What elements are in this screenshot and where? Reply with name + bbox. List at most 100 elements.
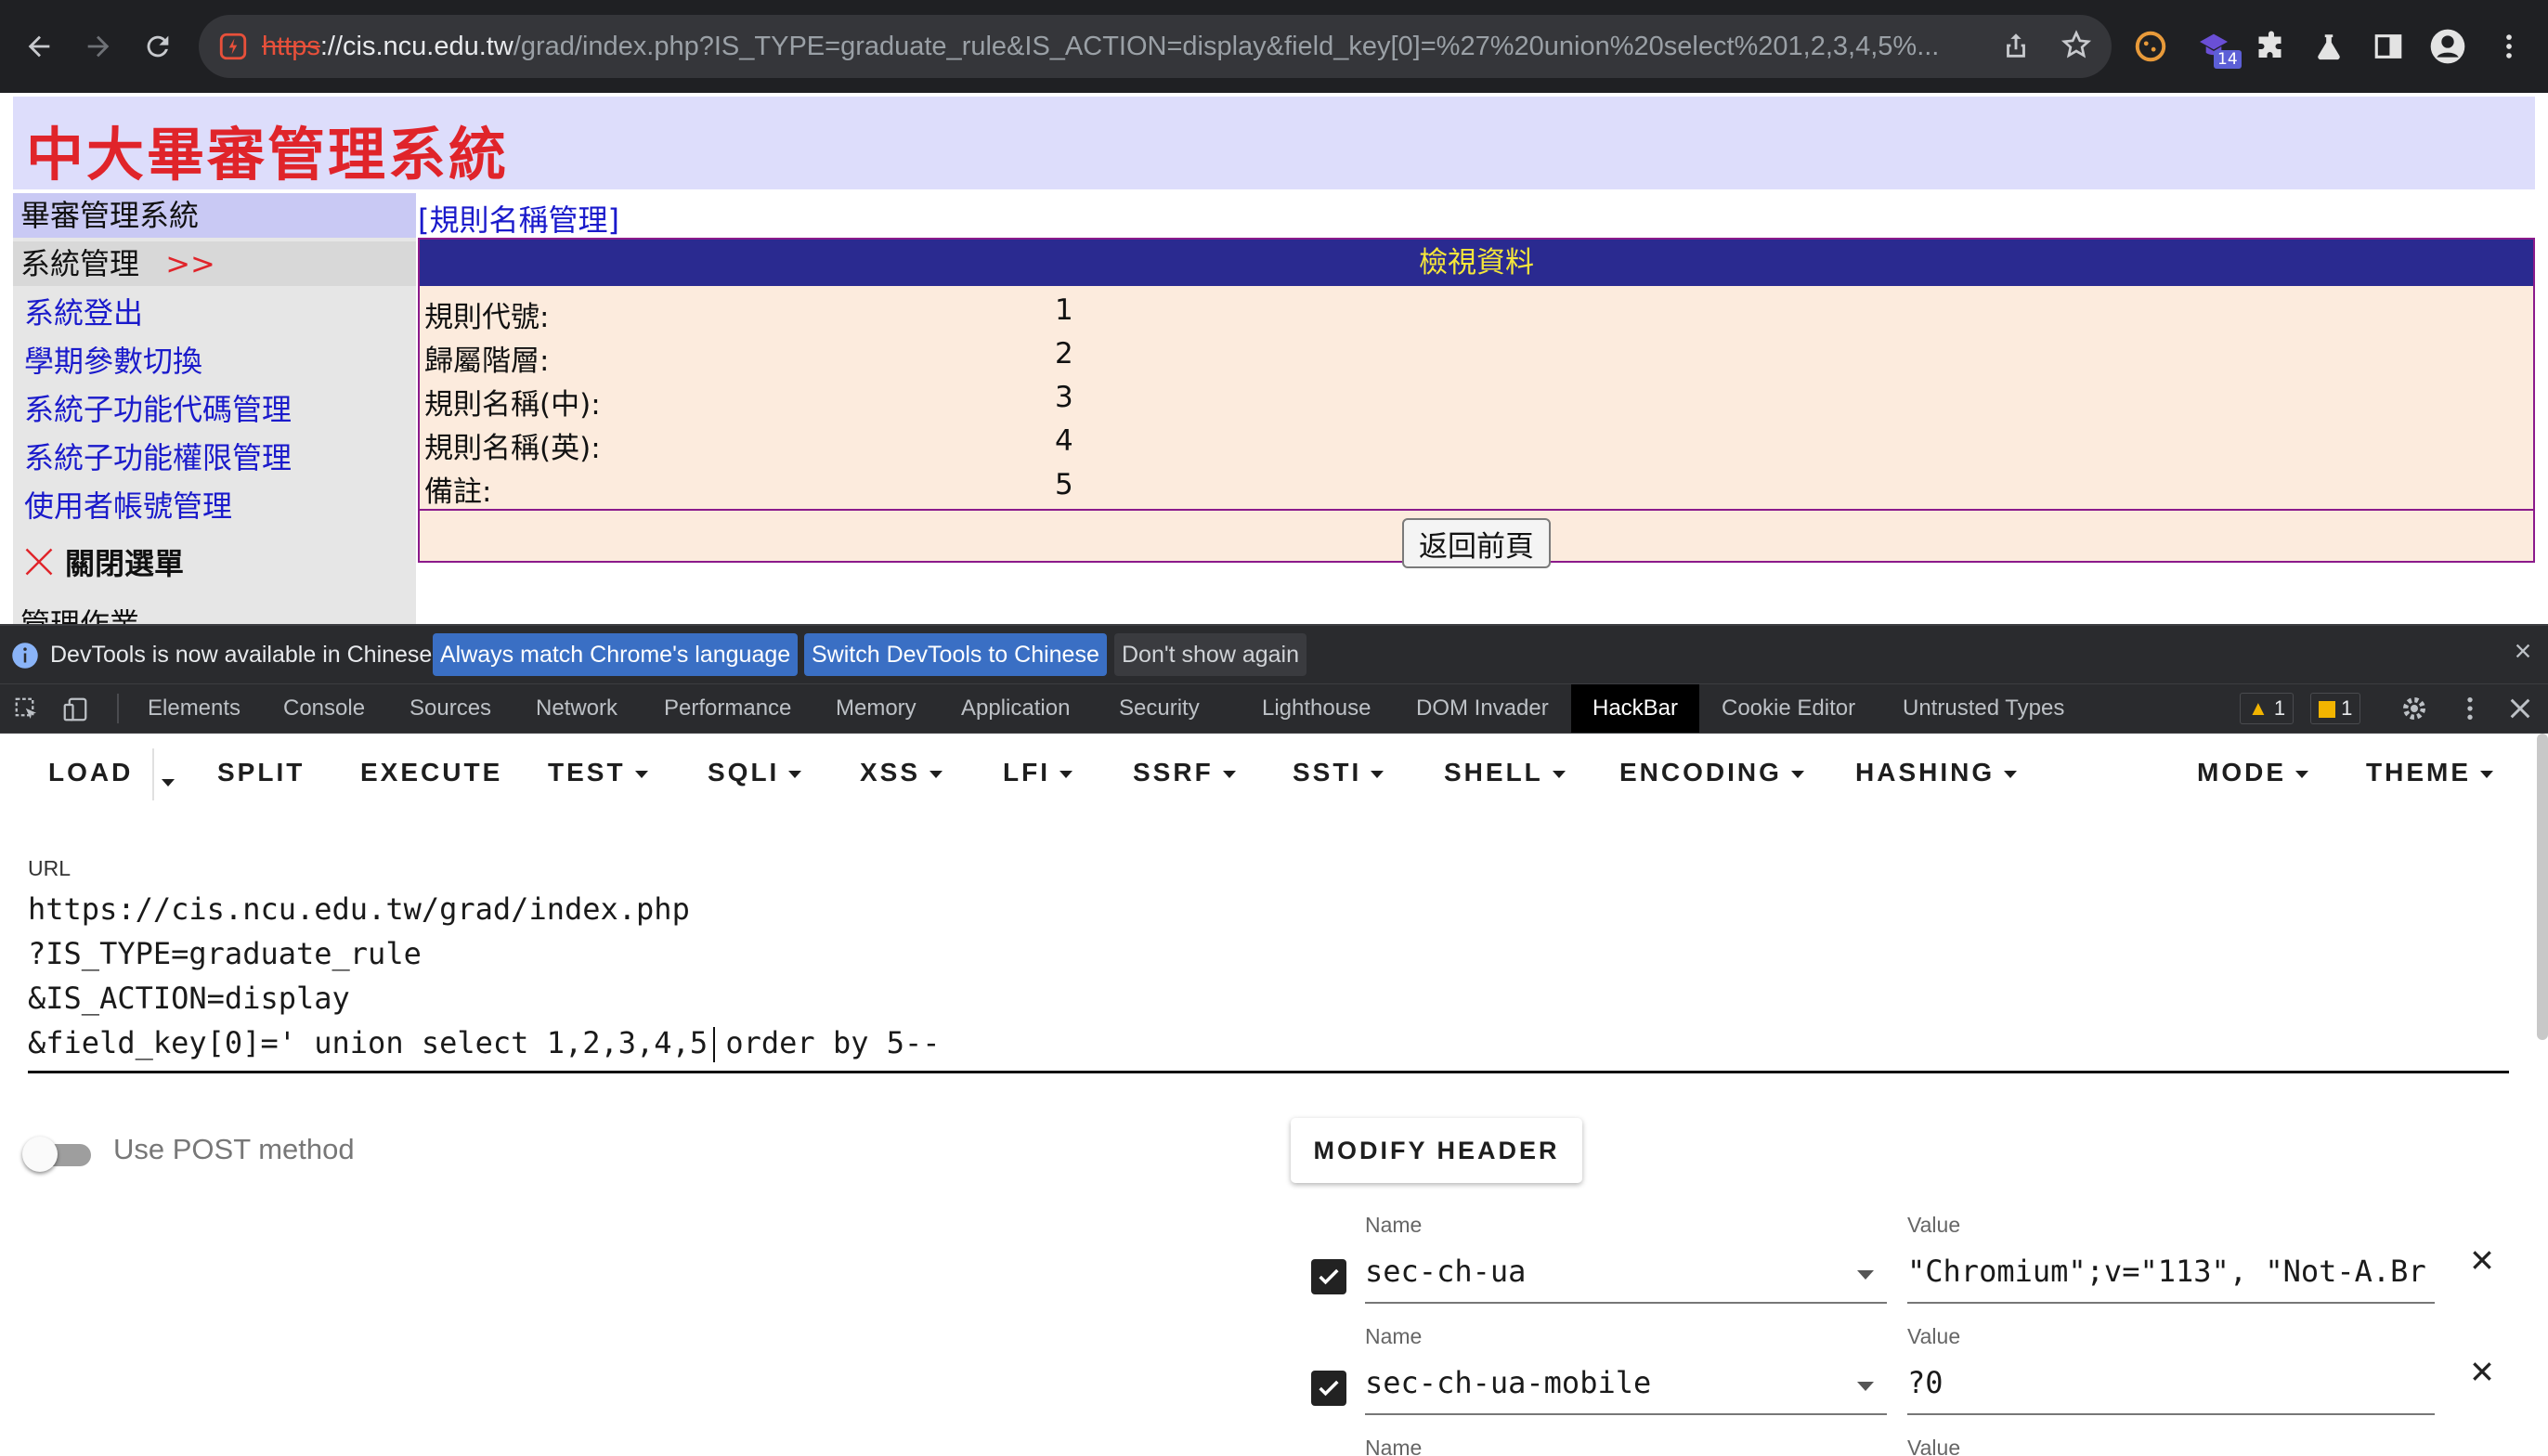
header-value-input[interactable]: ?0 [1907, 1365, 2435, 1400]
sidebar-link-function-permissions[interactable]: 系統子功能權限管理 [24, 436, 292, 479]
remove-header-icon[interactable] [2470, 1350, 2494, 1393]
url-line-4: &field_key[0]=' union select 1,2,3,4,5 o… [28, 1025, 941, 1060]
shell-menu-button[interactable]: SHELL [1444, 758, 1566, 787]
header-name-dropdown-caret[interactable] [1857, 1382, 1874, 1391]
tab-application[interactable]: Application [948, 684, 1083, 733]
forward-arrow-icon[interactable] [72, 20, 124, 72]
hashing-menu-button[interactable]: HASHING [1855, 758, 2018, 787]
devtools-language-infobar: DevTools is now available in Chinese! Al… [0, 624, 2548, 683]
row-value-name-en: 4 [1055, 424, 1073, 458]
header-enabled-checkbox[interactable] [1311, 1259, 1346, 1294]
side-panel-icon[interactable] [2364, 22, 2412, 71]
xss-menu-label: XSS [860, 758, 921, 786]
sidebar-link-user-accounts[interactable]: 使用者帳號管理 [24, 485, 232, 527]
test-menu-button[interactable]: TEST [548, 758, 648, 787]
record-detail-table: 檢視資料 規則代號: 1 歸屬階層: 2 規則名稱(中): 3 規則名稱(英):… [418, 238, 2535, 568]
back-button[interactable]: 返回前頁 [1402, 518, 1551, 568]
theme-menu-button[interactable]: THEME [2366, 758, 2493, 787]
ssrf-menu-button[interactable]: SSRF [1133, 758, 1236, 787]
bookmark-star-icon[interactable] [2060, 29, 2093, 66]
tab-performance[interactable]: Performance [651, 684, 804, 733]
load-button[interactable]: LOAD [48, 758, 133, 787]
remove-header-icon[interactable] [2470, 1239, 2494, 1281]
shell-menu-label: SHELL [1444, 758, 1543, 786]
theme-menu-label: THEME [2366, 758, 2471, 786]
sidebar-link-semester[interactable]: 學期參數切換 [24, 340, 202, 383]
lfi-menu-button[interactable]: LFI [1003, 758, 1072, 787]
mode-menu-button[interactable]: MODE [2197, 758, 2308, 787]
dont-show-again-button[interactable]: Don't show again [1114, 633, 1307, 676]
header-name-input[interactable]: sec-ch-ua-mobile [1365, 1365, 1829, 1400]
hackbar-scrollbar[interactable] [2537, 734, 2548, 1040]
tab-lighthouse[interactable]: Lighthouse [1249, 684, 1384, 733]
tab-dom-invader[interactable]: DOM Invader [1403, 684, 1562, 733]
devtools-tab-strip: Elements Console Sources Network Perform… [0, 683, 2548, 734]
tab-memory[interactable]: Memory [823, 684, 930, 733]
header-enabled-checkbox[interactable] [1311, 1371, 1346, 1406]
cookie-extension-icon[interactable] [2126, 22, 2175, 71]
sidebar-link-logout[interactable]: 系統登出 [24, 292, 143, 334]
url-textarea[interactable]: https://cis.ncu.edu.tw/grad/index.php ?I… [28, 891, 2509, 1073]
tab-untrusted-types[interactable]: Untrusted Types [1890, 684, 2077, 733]
content-title: [規則名稱管理] [418, 202, 619, 238]
close-menu-item[interactable]: 關閉選單 [22, 540, 184, 586]
always-match-language-button[interactable]: Always match Chrome's language [433, 633, 799, 676]
tab-network[interactable]: Network [523, 684, 630, 733]
encoding-menu-label: ENCODING [1619, 758, 1782, 786]
tab-elements[interactable]: Elements [135, 684, 254, 733]
reload-icon[interactable] [132, 20, 184, 72]
inspect-element-icon[interactable] [13, 696, 41, 727]
warning-count: 1 [2273, 696, 2286, 720]
test-menu-label: TEST [548, 758, 626, 786]
encoding-menu-button[interactable]: ENCODING [1619, 758, 1804, 787]
sidebar-section-system[interactable]: 系統管理 >> [13, 241, 416, 286]
chrome-menu-icon[interactable] [2485, 22, 2533, 71]
not-secure-warning-icon[interactable] [217, 31, 249, 66]
close-x-icon [22, 545, 56, 586]
ssti-menu-button[interactable]: SSTI [1293, 758, 1384, 787]
issues-counter[interactable]: 1 [2310, 693, 2361, 724]
extensions-puzzle-icon[interactable] [2247, 22, 2295, 71]
header-name-underline [1365, 1413, 1887, 1415]
switch-to-chinese-button[interactable]: Switch DevTools to Chinese [804, 633, 1107, 676]
header-value-input[interactable]: "Chromium";v="113", "Not-A.Br [1907, 1254, 2435, 1289]
tab-sources[interactable]: Sources [396, 684, 504, 733]
hackbar-extension-icon[interactable]: 14 [2190, 22, 2242, 71]
address-url[interactable]: https://cis.ncu.edu.tw/grad/index.php?IS… [262, 15, 2026, 78]
row-label-name-en: 規則名稱(英): [424, 432, 601, 465]
address-bar[interactable]: https://cis.ncu.edu.tw/grad/index.php?IS… [199, 15, 2112, 78]
warnings-counter[interactable]: ▲ 1 [2240, 693, 2294, 724]
tab-cookie-editor[interactable]: Cookie Editor [1709, 684, 1868, 733]
section-expand-arrow: >> [165, 246, 215, 281]
sqli-menu-button[interactable]: SQLI [708, 758, 802, 787]
profile-avatar-icon[interactable] [2424, 22, 2472, 71]
url-line-3: &IS_ACTION=display [28, 981, 350, 1016]
close-devtools-icon[interactable] [2507, 696, 2533, 725]
header-name-label: Name [1365, 1436, 1423, 1456]
mode-menu-label: MODE [2197, 758, 2286, 786]
labs-flask-icon[interactable] [2305, 22, 2353, 71]
settings-gear-icon[interactable] [2399, 694, 2429, 727]
tab-security[interactable]: Security [1106, 684, 1213, 733]
tab-console[interactable]: Console [270, 684, 378, 733]
execute-button[interactable]: EXECUTE [360, 758, 502, 787]
row-value-level: 2 [1055, 337, 1073, 370]
row-label-level: 歸屬階層: [424, 344, 550, 378]
xss-menu-button[interactable]: XSS [860, 758, 943, 787]
close-infobar-icon[interactable] [2513, 641, 2533, 665]
sidebar-link-function-codes[interactable]: 系統子功能代碼管理 [24, 388, 292, 431]
share-icon[interactable] [2000, 30, 2032, 65]
post-method-toggle[interactable] [22, 1135, 97, 1172]
header-row: Name sec-ch-ua-mobile Value ?0 [1300, 1324, 2507, 1436]
lfi-menu-label: LFI [1003, 758, 1050, 786]
tab-hackbar[interactable]: HackBar [1571, 684, 1699, 733]
modify-header-button[interactable]: MODIFY HEADER [1291, 1118, 1582, 1183]
load-dropdown-caret[interactable] [162, 773, 175, 790]
back-arrow-icon[interactable] [13, 20, 65, 72]
header-value-underline [1907, 1413, 2435, 1415]
header-name-dropdown-caret[interactable] [1857, 1270, 1874, 1280]
header-name-input[interactable]: sec-ch-ua [1365, 1254, 1829, 1289]
devtools-more-icon[interactable] [2455, 694, 2485, 727]
split-button[interactable]: SPLIT [217, 758, 305, 787]
device-toolbar-icon[interactable] [61, 696, 89, 727]
